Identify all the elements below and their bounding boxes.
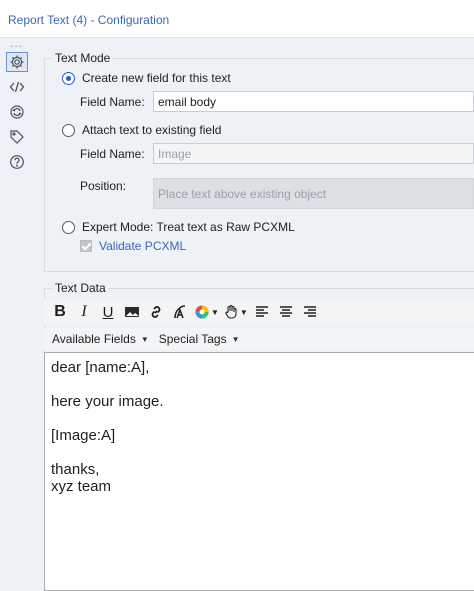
pan-hand-icon[interactable]: ▼ <box>223 302 248 322</box>
radio-button[interactable] <box>62 71 75 85</box>
attach-field-name-label: Field Name: <box>80 147 145 161</box>
help-icon[interactable] <box>6 152 28 172</box>
bold-button[interactable]: B <box>50 302 70 322</box>
radio-create-new-field[interactable]: Create new field for this text <box>62 71 231 85</box>
text-data-heading: Text Data <box>53 281 108 295</box>
gear-icon[interactable] <box>6 52 28 72</box>
left-sidebar: ... <box>0 37 34 591</box>
available-fields-label: Available Fields <box>52 332 136 346</box>
editor-line: [Image:A] <box>51 427 116 444</box>
attach-field-name-select[interactable]: Image <box>153 143 474 164</box>
align-center-icon[interactable] <box>276 302 296 322</box>
editor-line: here your image. <box>51 393 164 410</box>
insert-toolbar: Available Fields ▼ Special Tags ▼ <box>44 328 474 350</box>
code-icon[interactable] <box>6 77 28 97</box>
link-icon[interactable] <box>146 302 166 322</box>
font-icon[interactable] <box>170 302 190 322</box>
image-icon[interactable] <box>122 302 142 322</box>
editor-line: thanks, <box>51 461 100 478</box>
color-picker-icon[interactable]: ▼ <box>194 302 219 322</box>
drag-handle[interactable]: ... <box>10 37 23 49</box>
chevron-down-icon: ▼ <box>231 334 240 344</box>
radio-expert-label: Expert Mode: Treat text as Raw PCXML <box>82 220 295 234</box>
text-editor[interactable]: dear [name:A], here your image. [Image:A… <box>44 352 474 591</box>
radio-expert-mode[interactable]: Expert Mode: Treat text as Raw PCXML <box>62 220 295 234</box>
checkbox[interactable] <box>80 240 92 252</box>
chevron-down-icon: ▼ <box>140 334 149 344</box>
validate-pcxml-checkbox[interactable]: Validate PCXML <box>80 239 186 253</box>
title-bar: Report Text (4) - Configuration <box>0 0 474 38</box>
radio-button[interactable] <box>62 123 75 137</box>
align-left-icon[interactable] <box>252 302 272 322</box>
create-field-name-label: Field Name: <box>80 95 145 109</box>
available-fields-dropdown[interactable]: Available Fields ▼ <box>52 332 149 346</box>
validate-pcxml-label: Validate PCXML <box>99 239 187 253</box>
configuration-panel: Text Mode Create new field for this text… <box>34 38 474 591</box>
underline-button[interactable]: U <box>98 302 118 322</box>
italic-button[interactable]: I <box>74 302 94 322</box>
text-mode-heading: Text Mode <box>53 51 113 65</box>
special-tags-dropdown[interactable]: Special Tags ▼ <box>159 332 240 346</box>
tag-icon[interactable] <box>6 127 28 147</box>
editor-line: xyz team <box>51 478 112 495</box>
radio-attach-label: Attach text to existing field <box>82 123 222 137</box>
position-label: Position: <box>80 179 127 193</box>
create-field-name-input[interactable]: email body <box>153 91 474 112</box>
formatting-toolbar: B I U ▼ ▼ <box>44 300 474 324</box>
cycle-icon[interactable] <box>6 102 28 122</box>
align-right-icon[interactable] <box>300 302 320 322</box>
special-tags-label: Special Tags <box>158 332 227 346</box>
editor-line: dear [name:A], <box>51 359 150 376</box>
radio-attach-existing-field[interactable]: Attach text to existing field <box>62 123 221 137</box>
radio-button[interactable] <box>62 220 75 234</box>
radio-create-label: Create new field for this text <box>82 71 231 85</box>
window-title: Report Text (4) - Configuration <box>8 13 170 27</box>
position-select[interactable]: Place text above existing object <box>153 178 474 209</box>
